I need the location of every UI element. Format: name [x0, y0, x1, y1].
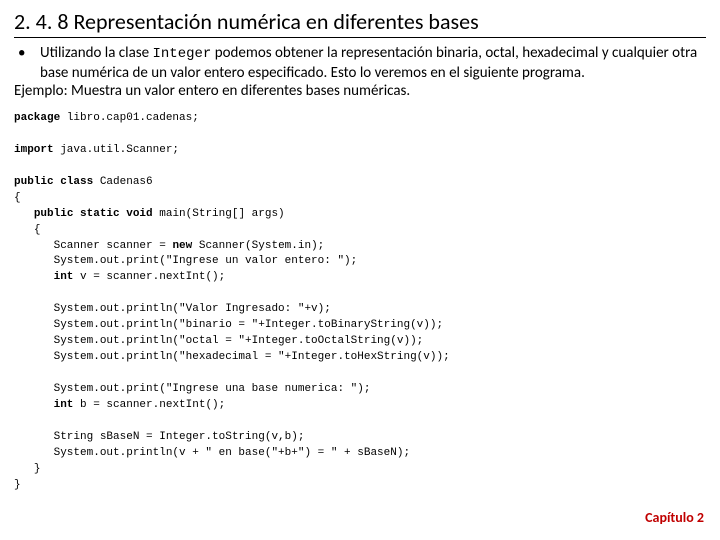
keyword-int: int [54, 399, 74, 411]
code-text: libro.cap01.cadenas; [60, 112, 199, 124]
brace: { [34, 224, 41, 236]
chapter-label: Capítulo 2 [645, 509, 704, 526]
brace: } [14, 479, 21, 491]
bullet-marker: • [18, 44, 40, 82]
code-line: System.out.println("octal = "+Integer.to… [14, 335, 423, 347]
code-line: System.out.println(v + " en base("+b+") … [14, 447, 410, 459]
code-text: v = scanner.nextInt(); [73, 271, 225, 283]
code-block: package libro.cap01.cadenas; import java… [14, 111, 706, 494]
keyword-class: public class [14, 176, 93, 188]
keyword-import: import [14, 144, 54, 156]
brace: } [34, 463, 41, 475]
code-line: System.out.print("Ingrese una base numer… [14, 383, 370, 395]
brace: { [14, 192, 21, 204]
keyword-int: int [54, 271, 74, 283]
bullet-item: • Utilizando la clase Integer podemos ob… [18, 44, 706, 82]
code-line: Scanner scanner = [14, 240, 172, 252]
code-line: System.out.println("Valor Ingresado: "+v… [14, 303, 331, 315]
inline-code: Integer [153, 46, 212, 62]
section-heading: 2. 4. 8 Representación numérica en difer… [14, 8, 706, 38]
keyword-new: new [172, 240, 192, 252]
keyword-main: public static void [34, 208, 153, 220]
code-line: System.out.print("Ingrese un valor enter… [14, 255, 357, 267]
code-text: b = scanner.nextInt(); [73, 399, 225, 411]
code-line: System.out.println("binario = "+Integer.… [14, 319, 443, 331]
code-text: main(String[] args) [153, 208, 285, 220]
body-text: • Utilizando la clase Integer podemos ob… [14, 44, 706, 101]
code-line: System.out.println("hexadecimal = "+Inte… [14, 351, 450, 363]
code-text: Scanner(System.in); [192, 240, 324, 252]
code-text [14, 399, 54, 411]
example-line: Ejemplo: Muestra un valor entero en dife… [14, 82, 706, 101]
bullet-content: Utilizando la clase Integer podemos obte… [40, 44, 706, 82]
bullet-text-pre: Utilizando la clase [40, 44, 153, 62]
keyword-package: package [14, 112, 60, 124]
code-text: java.util.Scanner; [54, 144, 179, 156]
code-text: Cadenas6 [93, 176, 152, 188]
code-text [14, 271, 54, 283]
code-line: String sBaseN = Integer.toString(v,b); [14, 431, 304, 443]
